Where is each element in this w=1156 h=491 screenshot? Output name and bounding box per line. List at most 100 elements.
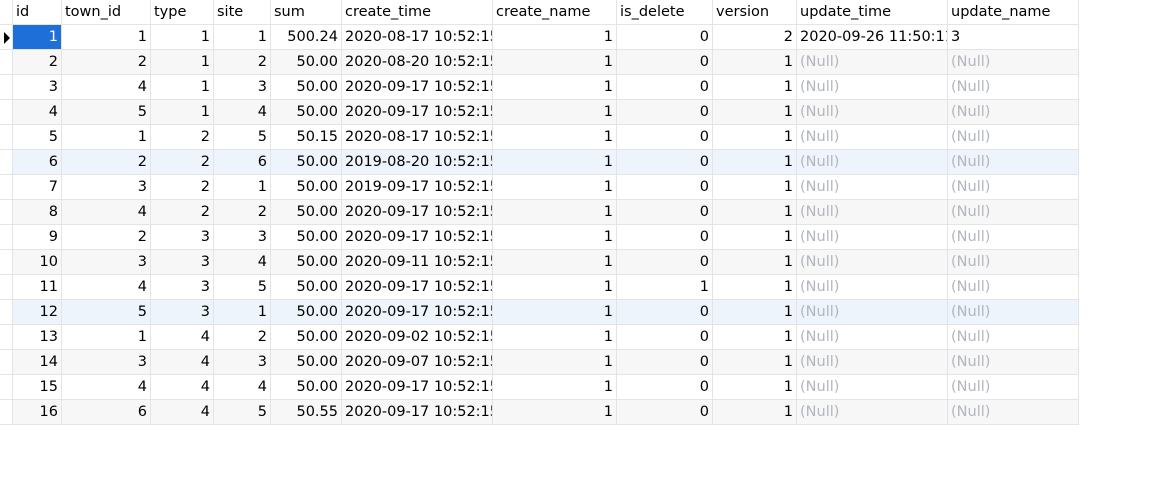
cell-id[interactable]: 11 xyxy=(13,275,62,300)
cell-type[interactable]: 4 xyxy=(151,375,214,400)
cell-update-name[interactable]: (Null) xyxy=(948,400,1079,425)
cell-version[interactable]: 1 xyxy=(713,100,797,125)
cell-id[interactable]: 6 xyxy=(13,150,62,175)
cell-type[interactable]: 1 xyxy=(151,100,214,125)
cell-update-time[interactable]: (Null) xyxy=(797,100,948,125)
table-row[interactable]: 3 4 1 3 50.00 2020-09-17 10:52:15 1 0 1 (Null) (Nu… xyxy=(0,75,1079,100)
row-indicator[interactable] xyxy=(0,150,13,175)
cell-create-name[interactable]: 1 xyxy=(493,325,617,350)
cell-site[interactable]: 4 xyxy=(214,100,271,125)
cell-id[interactable]: 4 xyxy=(13,100,62,125)
cell-town-id[interactable]: 5 xyxy=(62,100,151,125)
cell-version[interactable]: 1 xyxy=(713,275,797,300)
cell-id[interactable]: 14 xyxy=(13,350,62,375)
cell-sum[interactable]: 50.00 xyxy=(271,175,342,200)
cell-version[interactable]: 1 xyxy=(713,400,797,425)
cell-create-name[interactable]: 1 xyxy=(493,150,617,175)
column-header-version[interactable]: version xyxy=(713,0,797,25)
cell-create-time[interactable]: 2020-09-17 10:52:15 xyxy=(342,75,493,100)
cell-version[interactable]: 1 xyxy=(713,75,797,100)
cell-sum[interactable]: 50.55 xyxy=(271,400,342,425)
cell-update-name[interactable]: (Null) xyxy=(948,175,1079,200)
row-indicator[interactable] xyxy=(0,75,13,100)
cell-update-time[interactable]: (Null) xyxy=(797,200,948,225)
cell-sum[interactable]: 50.15 xyxy=(271,125,342,150)
column-header-id[interactable]: id xyxy=(13,0,62,25)
cell-site[interactable]: 2 xyxy=(214,325,271,350)
cell-version[interactable]: 1 xyxy=(713,175,797,200)
cell-update-time[interactable]: (Null) xyxy=(797,325,948,350)
table-row[interactable]: 12 5 3 1 50.00 2020-09-17 10:52:15 1 0 1 (Null) (N… xyxy=(0,300,1079,325)
row-indicator[interactable] xyxy=(0,125,13,150)
cell-sum[interactable]: 50.00 xyxy=(271,75,342,100)
cell-update-time[interactable]: (Null) xyxy=(797,250,948,275)
cell-create-name[interactable]: 1 xyxy=(493,300,617,325)
cell-type[interactable]: 2 xyxy=(151,150,214,175)
cell-site[interactable]: 4 xyxy=(214,250,271,275)
cell-create-time[interactable]: 2020-08-17 10:52:15 xyxy=(342,125,493,150)
cell-create-name[interactable]: 1 xyxy=(493,175,617,200)
cell-update-name[interactable]: (Null) xyxy=(948,300,1079,325)
cell-town-id[interactable]: 4 xyxy=(62,200,151,225)
row-indicator[interactable] xyxy=(0,400,13,425)
row-indicator[interactable] xyxy=(0,25,13,50)
cell-type[interactable]: 2 xyxy=(151,200,214,225)
cell-site[interactable]: 1 xyxy=(214,175,271,200)
cell-create-name[interactable]: 1 xyxy=(493,25,617,50)
table-row[interactable]: 6 2 2 6 50.00 2019-08-20 10:52:15 1 0 1 (Null) (Nu… xyxy=(0,150,1079,175)
cell-create-time[interactable]: 2020-08-20 10:52:15 xyxy=(342,50,493,75)
table-row[interactable]: 13 1 4 2 50.00 2020-09-02 10:52:15 1 0 1 (Null) (N… xyxy=(0,325,1079,350)
column-header-create-name[interactable]: create_name xyxy=(493,0,617,25)
cell-type[interactable]: 3 xyxy=(151,250,214,275)
cell-sum[interactable]: 50.00 xyxy=(271,250,342,275)
cell-town-id[interactable]: 1 xyxy=(62,325,151,350)
cell-town-id[interactable]: 1 xyxy=(62,125,151,150)
cell-type[interactable]: 2 xyxy=(151,175,214,200)
cell-update-time[interactable]: (Null) xyxy=(797,300,948,325)
cell-create-name[interactable]: 1 xyxy=(493,275,617,300)
cell-update-name[interactable]: (Null) xyxy=(948,75,1079,100)
cell-sum[interactable]: 50.00 xyxy=(271,350,342,375)
cell-version[interactable]: 1 xyxy=(713,150,797,175)
cell-create-time[interactable]: 2020-09-07 10:52:15 xyxy=(342,350,493,375)
cell-sum[interactable]: 50.00 xyxy=(271,325,342,350)
cell-id[interactable]: 15 xyxy=(13,375,62,400)
cell-id[interactable]: 8 xyxy=(13,200,62,225)
cell-update-time[interactable]: (Null) xyxy=(797,400,948,425)
cell-is-delete[interactable]: 0 xyxy=(617,225,713,250)
cell-update-time[interactable]: (Null) xyxy=(797,225,948,250)
table-row[interactable]: 9 2 3 3 50.00 2020-09-17 10:52:15 1 0 1 (Null) (Nu… xyxy=(0,225,1079,250)
row-indicator[interactable] xyxy=(0,225,13,250)
cell-site[interactable]: 5 xyxy=(214,400,271,425)
column-header-is-delete[interactable]: is_delete xyxy=(617,0,713,25)
cell-update-name[interactable]: (Null) xyxy=(948,275,1079,300)
cell-is-delete[interactable]: 0 xyxy=(617,150,713,175)
cell-town-id[interactable]: 2 xyxy=(62,50,151,75)
cell-update-time[interactable]: (Null) xyxy=(797,175,948,200)
cell-site[interactable]: 2 xyxy=(214,200,271,225)
cell-version[interactable]: 1 xyxy=(713,300,797,325)
column-header-update-name[interactable]: update_name xyxy=(948,0,1079,25)
table-row[interactable]: 4 5 1 4 50.00 2020-09-17 10:52:15 1 0 1 (Null) (Nu… xyxy=(0,100,1079,125)
cell-is-delete[interactable]: 0 xyxy=(617,100,713,125)
cell-site[interactable]: 4 xyxy=(214,375,271,400)
cell-sum[interactable]: 50.00 xyxy=(271,50,342,75)
cell-version[interactable]: 1 xyxy=(713,225,797,250)
cell-id[interactable]: 7 xyxy=(13,175,62,200)
cell-version[interactable]: 1 xyxy=(713,125,797,150)
cell-town-id[interactable]: 3 xyxy=(62,175,151,200)
cell-create-time[interactable]: 2020-09-11 10:52:15 xyxy=(342,250,493,275)
cell-create-time[interactable]: 2020-09-17 10:52:15 xyxy=(342,275,493,300)
column-header-update-time[interactable]: update_time xyxy=(797,0,948,25)
cell-id[interactable]: 3 xyxy=(13,75,62,100)
row-indicator[interactable] xyxy=(0,375,13,400)
cell-site[interactable]: 5 xyxy=(214,275,271,300)
row-indicator[interactable] xyxy=(0,200,13,225)
cell-type[interactable]: 3 xyxy=(151,300,214,325)
cell-is-delete[interactable]: 0 xyxy=(617,25,713,50)
column-header-create-time[interactable]: create_time xyxy=(342,0,493,25)
cell-sum[interactable]: 50.00 xyxy=(271,200,342,225)
cell-town-id[interactable]: 4 xyxy=(62,375,151,400)
cell-create-name[interactable]: 1 xyxy=(493,250,617,275)
cell-sum[interactable]: 50.00 xyxy=(271,300,342,325)
